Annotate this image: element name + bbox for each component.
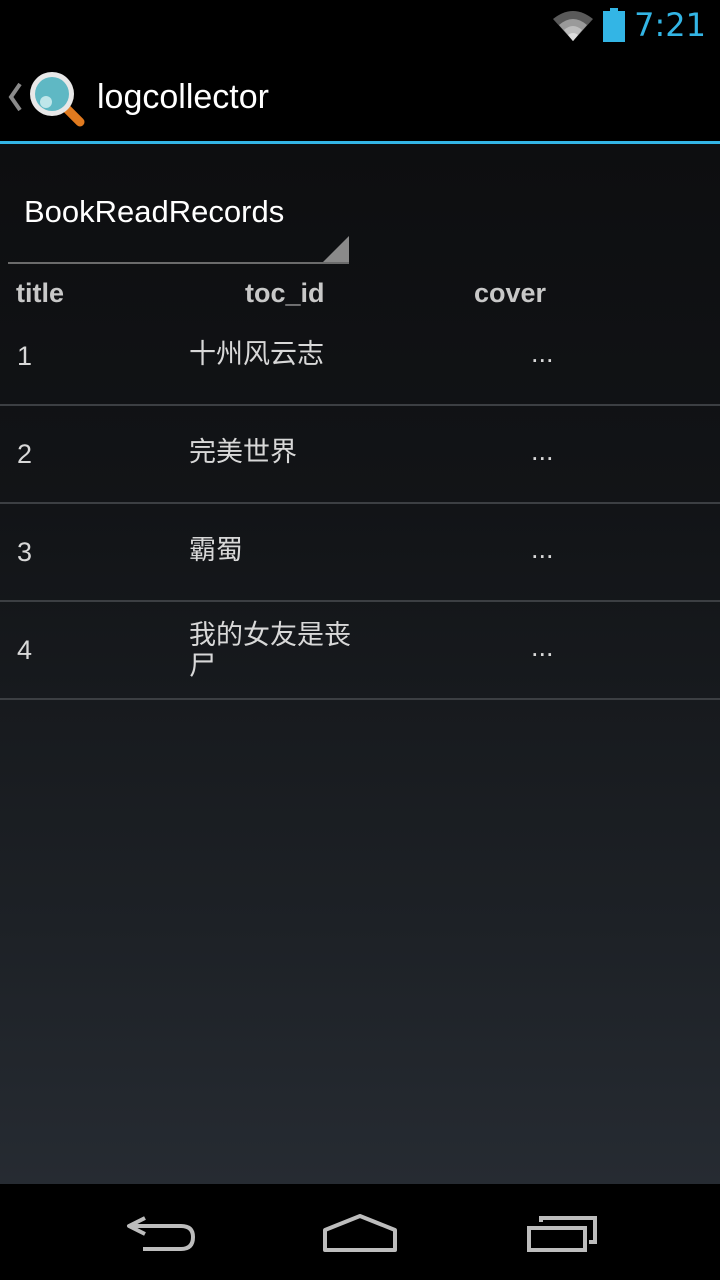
status-clock: 7:21 <box>634 6 706 44</box>
cell-cover: ... <box>531 436 554 466</box>
recent-apps-icon[interactable] <box>517 1204 607 1260</box>
app-title: logcollector <box>97 78 269 116</box>
back-arrow-icon[interactable] <box>115 1204 205 1260</box>
content-area: BookReadRecords title toc_id cover 1 十州风… <box>0 144 720 1184</box>
home-icon[interactable] <box>315 1204 405 1260</box>
cell-title: 2 <box>17 439 33 469</box>
cell-cover: ... <box>531 338 554 368</box>
column-header-title: title <box>16 278 65 308</box>
column-header-toc-id: toc_id <box>245 278 325 308</box>
battery-icon <box>603 8 625 42</box>
cell-toc-id: 十州风云志 <box>189 339 324 370</box>
cell-toc-id: 我的女友是丧尸 <box>189 620 351 682</box>
wifi-icon <box>553 11 593 41</box>
cell-title: 1 <box>17 341 33 371</box>
spinner-selected-value: BookReadRecords <box>24 194 285 229</box>
cell-title: 3 <box>17 537 33 567</box>
action-bar: logcollector <box>0 50 720 144</box>
cell-title: 4 <box>17 635 33 665</box>
magnifier-app-icon <box>30 72 85 127</box>
spinner-arrow-icon <box>323 236 349 262</box>
cell-cover: ... <box>531 632 554 662</box>
up-button[interactable]: logcollector <box>0 50 300 144</box>
cell-cover: ... <box>531 534 554 564</box>
status-bar: 7:21 <box>0 0 720 50</box>
back-chevron-icon <box>8 82 22 112</box>
screen: 7:21 logcollector BookReadRecords title … <box>0 0 720 1280</box>
table-row[interactable]: 4 我的女友是丧尸 ... <box>0 602 720 700</box>
table-spinner[interactable]: BookReadRecords <box>8 168 349 264</box>
cell-toc-id: 霸蜀 <box>189 535 243 566</box>
table-row[interactable]: 1 十州风云志 ... <box>0 308 720 406</box>
table-rows: 1 十州风云志 ... 2 完美世界 ... 3 霸蜀 ... 4 我的女友是丧… <box>0 308 720 700</box>
table-row[interactable]: 2 完美世界 ... <box>0 406 720 504</box>
table-row[interactable]: 3 霸蜀 ... <box>0 504 720 602</box>
cell-toc-id: 完美世界 <box>189 437 297 468</box>
column-header-cover: cover <box>474 278 547 308</box>
navigation-bar <box>0 1184 720 1280</box>
